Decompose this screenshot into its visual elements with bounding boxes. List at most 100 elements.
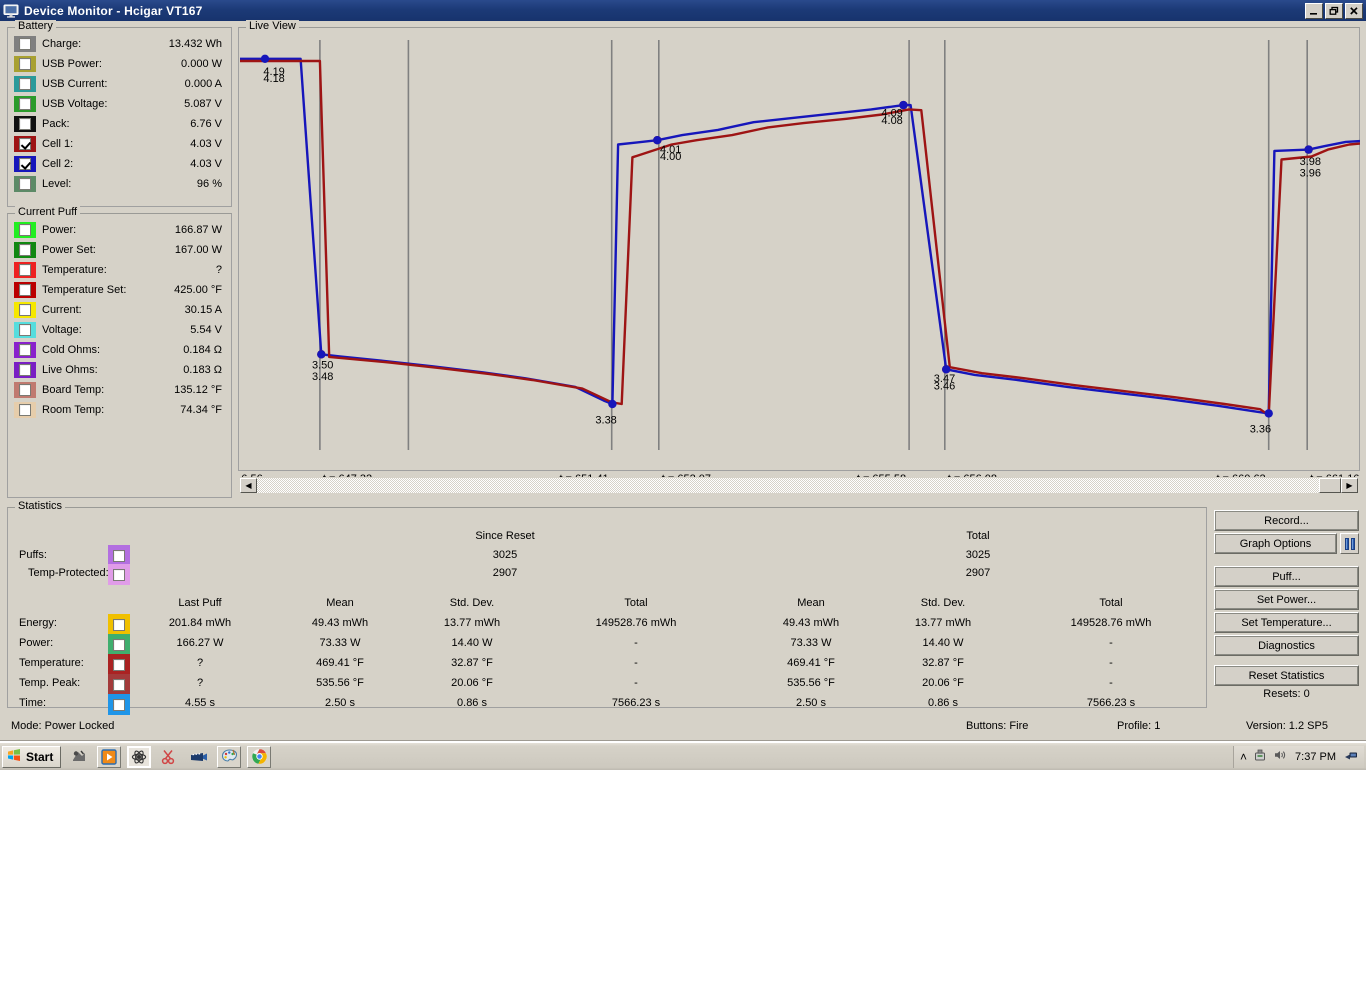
- protected-total-value: 2907: [966, 567, 990, 579]
- battery-row-usb-voltage[interactable]: USB Voltage: 5.087 V: [8, 94, 231, 114]
- scrollbar-thumb[interactable]: [1319, 478, 1341, 493]
- stats-cell-last-puff: 201.84 mWh: [169, 617, 231, 629]
- camera-tool-icon[interactable]: [67, 746, 91, 768]
- start-button[interactable]: Start: [2, 746, 61, 768]
- media-player-icon[interactable]: [97, 746, 121, 768]
- stats-cell-mean-total: 49.43 mWh: [783, 617, 839, 629]
- series-checkbox[interactable]: [19, 284, 31, 296]
- stats-row-checkbox[interactable]: [113, 699, 125, 711]
- puff-row-board-temp[interactable]: Board Temp: 135.12 °F: [8, 380, 231, 400]
- series-checkbox[interactable]: [19, 58, 31, 70]
- taskbar: Start: [0, 742, 1366, 770]
- battery-row-pack[interactable]: Pack: 6.76 V: [8, 114, 231, 134]
- title-bar[interactable]: Device Monitor - Hcigar VT167: [0, 0, 1366, 21]
- battery-row-usb-power[interactable]: USB Power: 0.000 W: [8, 54, 231, 74]
- battery-row-usb-current[interactable]: USB Current: 0.000 A: [8, 74, 231, 94]
- series-checkbox[interactable]: [19, 78, 31, 90]
- paint-icon[interactable]: [217, 746, 241, 768]
- stats-row-swatch-energy: [108, 614, 130, 635]
- series-checkbox[interactable]: [19, 244, 31, 256]
- minimize-button[interactable]: [1305, 3, 1323, 19]
- puffs-since-reset-value: 3025: [493, 549, 517, 561]
- series-checkbox[interactable]: [19, 138, 31, 150]
- set-temperature-button[interactable]: Set Temperature...: [1214, 612, 1359, 633]
- device-monitor-icon[interactable]: [127, 746, 151, 768]
- battery-row-cell-2[interactable]: Cell 2: 4.03 V: [8, 154, 231, 174]
- live-view-plot[interactable]: 4.194.183.503.483.384.004.014.084.093.46…: [240, 36, 1360, 486]
- graph-options-button[interactable]: Graph Options: [1214, 533, 1337, 554]
- status-buttons: Buttons: Fire: [966, 720, 1028, 732]
- series-checkbox[interactable]: [19, 304, 31, 316]
- puff-button[interactable]: Puff...: [1214, 566, 1359, 587]
- row-label: Temperature Set:: [42, 284, 126, 296]
- series-checkbox[interactable]: [19, 224, 31, 236]
- battery-row-level[interactable]: Level: 96 %: [8, 174, 231, 194]
- row-label: Voltage:: [42, 324, 82, 336]
- puff-row-room-temp[interactable]: Room Temp: 74.34 °F: [8, 400, 231, 420]
- stats-row-checkbox[interactable]: [113, 679, 125, 691]
- series-checkbox[interactable]: [19, 344, 31, 356]
- restore-button[interactable]: [1325, 3, 1343, 19]
- series-checkbox[interactable]: [19, 264, 31, 276]
- puffs-label: Puffs:: [19, 549, 47, 561]
- battery-group: Battery Charge: 13.432 Wh USB Power: 0.0…: [7, 27, 232, 207]
- system-tray: ˄ 7:37 PM: [1233, 746, 1364, 768]
- temp-protected-checkbox[interactable]: [113, 569, 125, 581]
- series-checkbox[interactable]: [19, 178, 31, 190]
- series-checkbox[interactable]: [19, 38, 31, 50]
- row-value: 167.00 W: [175, 244, 231, 256]
- scroll-left-button[interactable]: ◀: [240, 478, 257, 493]
- record-button[interactable]: Record...: [1214, 510, 1359, 531]
- battery-row-charge[interactable]: Charge: 13.432 Wh: [8, 34, 231, 54]
- puff-row-cold-ohms[interactable]: Cold Ohms: 0.184 Ω: [8, 340, 231, 360]
- puff-row-temperature-set[interactable]: Temperature Set: 425.00 °F: [8, 280, 231, 300]
- stats-cell-std-dev-total: 32.87 °F: [922, 657, 964, 669]
- row-label: USB Power:: [42, 58, 102, 70]
- close-button[interactable]: [1345, 3, 1363, 19]
- diagnostics-button[interactable]: Diagnostics: [1214, 635, 1359, 656]
- snipping-tool-icon[interactable]: [157, 746, 181, 768]
- puff-row-live-ohms[interactable]: Live Ohms: 0.183 Ω: [8, 360, 231, 380]
- volume-icon[interactable]: [1273, 748, 1287, 765]
- series-swatch: [14, 322, 36, 338]
- series-checkbox[interactable]: [19, 324, 31, 336]
- puff-row-current[interactable]: Current: 30.15 A: [8, 300, 231, 320]
- row-value: 6.76 V: [190, 118, 231, 130]
- pause-icon[interactable]: [1340, 533, 1359, 554]
- battery-row-cell-1[interactable]: Cell 1: 4.03 V: [8, 134, 231, 154]
- data-point-label: 3.36: [1250, 423, 1271, 435]
- puff-row-temperature[interactable]: Temperature: ?: [8, 260, 231, 280]
- stats-row-checkbox[interactable]: [113, 619, 125, 631]
- plot-horizontal-scrollbar[interactable]: ◀ ▶: [239, 477, 1359, 494]
- series-checkbox[interactable]: [19, 384, 31, 396]
- stats-row-checkbox[interactable]: [113, 659, 125, 671]
- reset-statistics-button[interactable]: Reset Statistics: [1214, 665, 1359, 686]
- movie-maker-icon[interactable]: [187, 746, 211, 768]
- scroll-right-button[interactable]: ▶: [1341, 478, 1358, 493]
- series-checkbox[interactable]: [19, 404, 31, 416]
- stats-row-checkbox[interactable]: [113, 639, 125, 651]
- safely-remove-icon[interactable]: [1253, 748, 1267, 765]
- series-checkbox[interactable]: [19, 98, 31, 110]
- series-checkbox[interactable]: [19, 364, 31, 376]
- show-hidden-icons-button[interactable]: ˄: [1240, 750, 1247, 764]
- series-checkbox[interactable]: [19, 118, 31, 130]
- puff-row-power-set[interactable]: Power Set: 167.00 W: [8, 240, 231, 260]
- series-checkbox[interactable]: [19, 158, 31, 170]
- set-power-button[interactable]: Set Power...: [1214, 589, 1359, 610]
- row-label: Charge:: [42, 38, 81, 50]
- series-swatch: [14, 342, 36, 358]
- series-swatch: [14, 302, 36, 318]
- col-header-mean: Mean: [326, 597, 354, 609]
- row-value: 5.54 V: [190, 324, 231, 336]
- row-label: Room Temp:: [42, 404, 104, 416]
- puffs-checkbox[interactable]: [113, 550, 125, 562]
- puff-row-voltage[interactable]: Voltage: 5.54 V: [8, 320, 231, 340]
- chrome-icon[interactable]: [247, 746, 271, 768]
- clock[interactable]: 7:37 PM: [1293, 751, 1338, 763]
- start-button-label: Start: [26, 750, 53, 764]
- stats-cell-total-total: 149528.76 mWh: [1071, 617, 1152, 629]
- network-icon[interactable]: [1344, 748, 1358, 765]
- scrollbar-track[interactable]: [257, 478, 1319, 493]
- puff-row-power[interactable]: Power: 166.87 W: [8, 220, 231, 240]
